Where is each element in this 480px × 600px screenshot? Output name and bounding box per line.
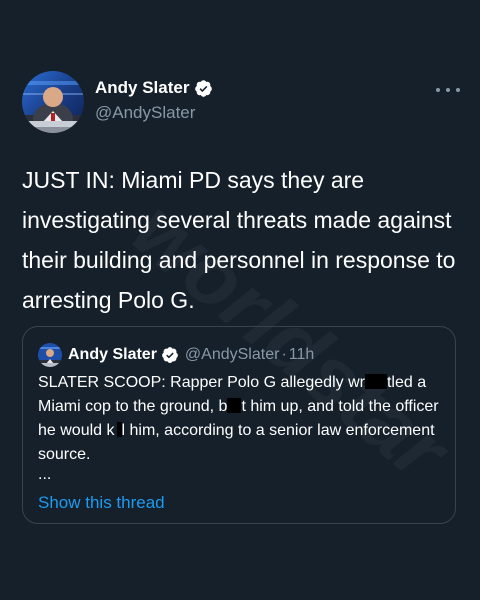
show-thread-link[interactable]: Show this thread — [38, 493, 165, 513]
more-dot-icon — [446, 88, 450, 92]
quoted-tweet[interactable]: Andy Slater @AndySlater · 11h SLATER SCO… — [22, 326, 456, 524]
author-name[interactable]: Andy Slater — [95, 78, 189, 98]
author-handle[interactable]: @AndySlater — [95, 103, 195, 123]
quoted-ellipsis: ... — [38, 466, 52, 483]
more-dot-icon — [456, 88, 460, 92]
avatar[interactable] — [22, 71, 84, 133]
tweet-text: JUST IN: Miami PD says they are investig… — [22, 167, 456, 313]
separator-dot: · — [281, 346, 287, 363]
redaction-bar — [227, 398, 242, 413]
verified-badge-icon — [162, 347, 178, 363]
verified-badge-icon — [195, 79, 213, 97]
quoted-text-part: SLATER SCOOP: Rapper Polo G allegedly wr — [38, 374, 365, 391]
quoted-timestamp[interactable]: 11h — [289, 346, 315, 364]
author-name-row[interactable]: Andy Slater — [95, 78, 213, 98]
more-dot-icon — [436, 88, 440, 92]
avatar-image — [22, 71, 84, 133]
redaction-bar — [364, 374, 387, 389]
quoted-tweet-header: Andy Slater @AndySlater · 11h — [38, 343, 314, 367]
quoted-author-name[interactable]: Andy Slater — [68, 346, 157, 364]
quoted-tweet-text: SLATER SCOOP: Rapper Polo G allegedly wr… — [38, 371, 444, 467]
quoted-avatar[interactable] — [38, 343, 62, 367]
more-options-button[interactable] — [436, 80, 460, 100]
quoted-author-handle[interactable]: @AndySlater — [185, 346, 280, 364]
quoted-avatar-image — [38, 343, 62, 367]
